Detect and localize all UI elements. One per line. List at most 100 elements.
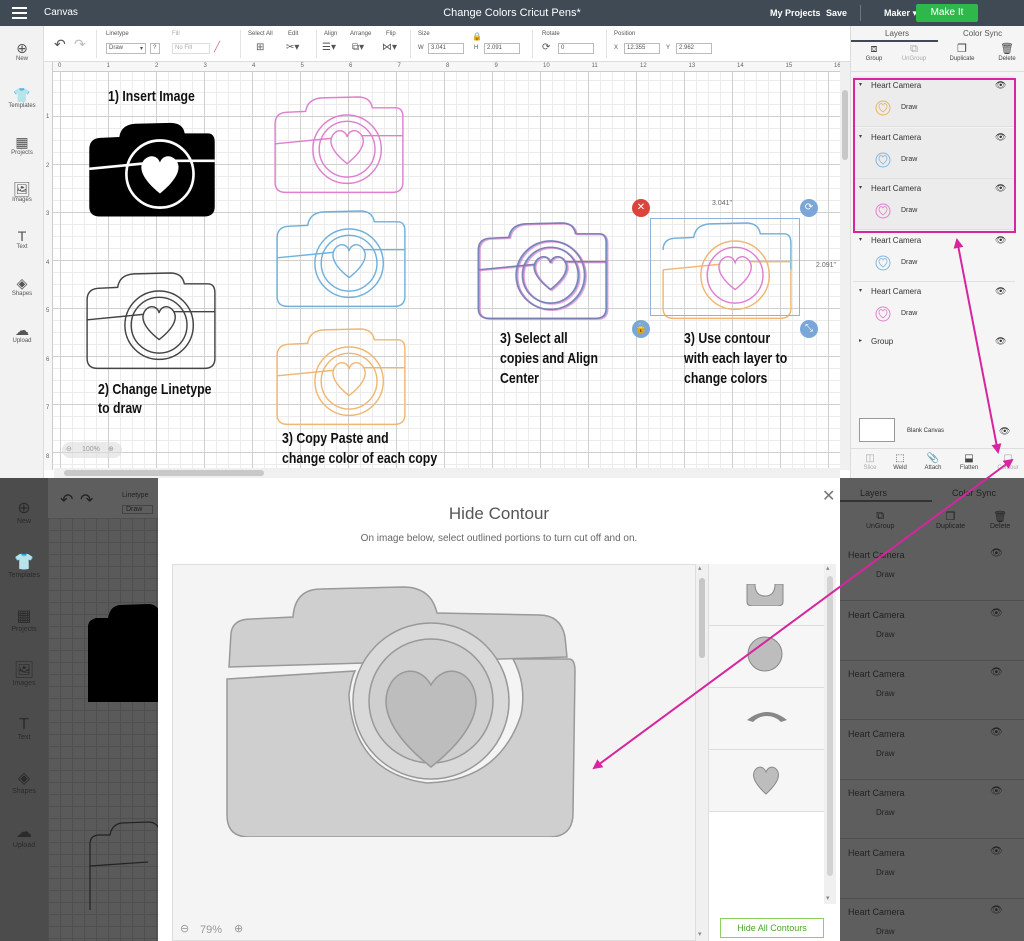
contour-item-camera-top[interactable] bbox=[709, 564, 825, 626]
scrollbar-thumb[interactable] bbox=[842, 90, 848, 160]
scroll-down-icon[interactable]: ▾ bbox=[698, 930, 702, 938]
my-projects-link[interactable]: My Projects bbox=[770, 8, 821, 18]
fill-select[interactable]: No Fill bbox=[172, 43, 210, 54]
tab-color-sync[interactable]: Color Sync bbox=[952, 488, 996, 498]
blank-canvas-swatch[interactable] bbox=[859, 418, 895, 442]
caret-down-icon[interactable]: ▾ bbox=[859, 287, 862, 294]
contour-item-lens-arc[interactable] bbox=[709, 688, 825, 750]
tab-color-sync[interactable]: Color Sync bbox=[963, 29, 1002, 38]
sidebar-item-templates[interactable]: 👕 Templates bbox=[0, 87, 44, 109]
scrollbar-thumb[interactable] bbox=[827, 576, 833, 876]
eye-icon[interactable]: 👁 bbox=[990, 846, 1003, 857]
flip-icon[interactable]: ⋈▾ bbox=[382, 42, 397, 53]
eye-icon[interactable]: 👁 bbox=[995, 286, 1006, 297]
undo-icon[interactable]: ↶ bbox=[60, 490, 73, 510]
layer-row[interactable]: Heart Camera Draw 👁 bbox=[840, 602, 1024, 661]
lock-handle-icon[interactable]: 🔒 bbox=[632, 320, 650, 338]
contour-item-heart[interactable] bbox=[709, 750, 825, 812]
scissors-icon[interactable]: ✂▾ bbox=[286, 42, 299, 53]
eye-icon[interactable]: 👁 bbox=[990, 608, 1003, 619]
camera-contour-preview[interactable] bbox=[209, 575, 589, 837]
scrollbar-thumb[interactable] bbox=[64, 470, 264, 476]
eye-icon[interactable]: 👁 bbox=[990, 786, 1003, 797]
preview-scrollbar[interactable]: ▴ ▾ bbox=[696, 564, 708, 941]
sidebar-item-text[interactable]: T Text bbox=[0, 716, 48, 741]
y-position-input[interactable]: 2.962 bbox=[676, 43, 712, 54]
layer-row[interactable]: Heart Camera Draw 👁 bbox=[840, 780, 1024, 839]
sidebar-item-shapes[interactable]: ◈ Shapes bbox=[0, 770, 48, 795]
layer-row[interactable]: Heart Camera Draw 👁 bbox=[840, 661, 1024, 720]
group-button[interactable]: ⧈ Group bbox=[861, 42, 887, 62]
arrange-icon[interactable]: ⧉▾ bbox=[352, 42, 364, 53]
sidebar-item-upload[interactable]: ☁ Upload bbox=[0, 824, 48, 849]
slice-button[interactable]: ◫ Slice bbox=[859, 453, 881, 471]
caret-right-icon[interactable]: ▸ bbox=[859, 337, 862, 344]
scroll-down-icon[interactable]: ▾ bbox=[826, 894, 830, 902]
resize-handle-icon[interactable]: ⤡ bbox=[800, 320, 818, 338]
orange-camera-copy[interactable] bbox=[264, 320, 418, 428]
linetype-value[interactable]: Draw bbox=[122, 505, 154, 514]
eye-icon[interactable]: 👁 bbox=[990, 905, 1003, 916]
sidebar-item-text[interactable]: T Text bbox=[0, 228, 44, 250]
linetype-help-button[interactable]: ? bbox=[150, 43, 160, 54]
zoom-out-icon[interactable]: ⊖ bbox=[180, 922, 189, 935]
ungroup-button[interactable]: ⧉ UnGroup bbox=[866, 510, 894, 530]
save-link[interactable]: Save bbox=[826, 8, 847, 18]
rotate-input[interactable]: 0 bbox=[558, 43, 594, 54]
sidebar-item-images[interactable]: 🖼 Images bbox=[0, 181, 44, 203]
tab-layers[interactable]: Layers bbox=[885, 29, 909, 38]
scrollbar-thumb[interactable] bbox=[699, 578, 705, 658]
layer-row[interactable]: Heart Camera Draw 👁 bbox=[840, 542, 1024, 601]
layer-group-row[interactable]: ▸ Group 👁 bbox=[853, 332, 1015, 360]
contour-preview[interactable] bbox=[172, 564, 696, 941]
machine-selector[interactable]: Maker ▾ bbox=[884, 8, 917, 19]
flatten-button[interactable]: ⬓ Flatten bbox=[955, 453, 983, 471]
sidebar-item-new[interactable]: ⊕ New bbox=[0, 40, 44, 62]
redo-icon[interactable]: ↷ bbox=[74, 36, 86, 53]
linetype-select[interactable]: Draw ▾ bbox=[106, 43, 146, 54]
sidebar-item-projects[interactable]: ▦ Projects bbox=[0, 134, 44, 156]
sidebar-item-images[interactable]: 🖼 Images bbox=[0, 662, 48, 687]
contour-button[interactable]: ▢ Contour bbox=[993, 453, 1023, 471]
selection-bounding-box[interactable] bbox=[650, 218, 800, 316]
canvas-vertical-scrollbar[interactable] bbox=[840, 62, 850, 470]
eye-icon[interactable]: 👁 bbox=[990, 727, 1003, 738]
weld-button[interactable]: ⬚ Weld bbox=[889, 453, 911, 471]
close-icon[interactable]: ✕ bbox=[822, 486, 835, 506]
eye-icon[interactable]: 👁 bbox=[990, 667, 1003, 678]
duplicate-button[interactable]: ❐ Duplicate bbox=[936, 510, 965, 530]
outline-camera-image[interactable] bbox=[74, 264, 228, 372]
aligned-camera-stack[interactable] bbox=[466, 214, 620, 322]
layer-row[interactable]: ▾ Heart Camera 👁 Draw bbox=[853, 230, 1015, 282]
delete-handle-icon[interactable]: ✕ bbox=[632, 199, 650, 217]
width-input[interactable]: 3.041 bbox=[428, 43, 464, 54]
sidebar-item-new[interactable]: ⊕ New bbox=[0, 500, 48, 525]
pen-color-swatch-icon[interactable]: ╱ bbox=[214, 42, 220, 53]
zoom-in-icon[interactable]: ⊕ bbox=[108, 445, 114, 453]
ungroup-button[interactable]: ⧉ UnGroup bbox=[899, 42, 929, 62]
zoom-out-icon[interactable]: ⊖ bbox=[66, 445, 72, 453]
undo-icon[interactable]: ↶ bbox=[54, 36, 66, 53]
scroll-up-icon[interactable]: ▴ bbox=[698, 564, 702, 572]
height-input[interactable]: 2.091 bbox=[484, 43, 520, 54]
x-position-input[interactable]: 12.355 bbox=[624, 43, 660, 54]
select-all-icon[interactable]: ⊞ bbox=[256, 42, 264, 53]
attach-button[interactable]: 📎 Attach bbox=[921, 453, 945, 471]
eye-icon[interactable]: 👁 bbox=[990, 548, 1003, 559]
black-camera-image[interactable] bbox=[76, 114, 228, 220]
redo-icon[interactable]: ↷ bbox=[80, 490, 93, 510]
blue-camera-copy[interactable] bbox=[264, 202, 418, 310]
zoom-in-icon[interactable]: ⊕ bbox=[234, 922, 243, 935]
scroll-up-icon[interactable]: ▴ bbox=[826, 564, 830, 572]
eye-icon[interactable]: 👁 bbox=[995, 336, 1006, 347]
sidebar-item-projects[interactable]: ▦ Projects bbox=[0, 608, 48, 633]
canvas-horizontal-scrollbar[interactable] bbox=[54, 468, 840, 478]
sidebar-item-upload[interactable]: ☁ Upload bbox=[0, 322, 44, 344]
contour-item-circle[interactable] bbox=[709, 626, 825, 688]
layer-row[interactable]: Heart Camera Draw 👁 bbox=[840, 899, 1024, 941]
sidebar-item-shapes[interactable]: ◈ Shapes bbox=[0, 275, 44, 297]
align-icon[interactable]: ☰▾ bbox=[322, 42, 336, 53]
delete-button[interactable]: 🗑 Delete bbox=[993, 42, 1021, 62]
delete-button[interactable]: 🗑 Delete bbox=[990, 510, 1010, 530]
lock-icon[interactable]: 🔒 bbox=[472, 32, 482, 41]
